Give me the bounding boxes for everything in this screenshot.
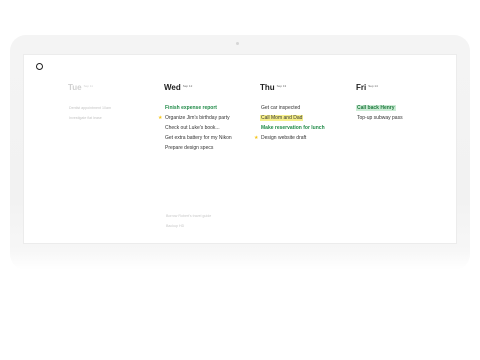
camera-dot	[236, 42, 239, 45]
day-header: Fri Sep 14	[356, 83, 448, 93]
task-item[interactable]: Make reservation for lunch	[260, 125, 352, 131]
task-item[interactable]: Prepare design specs	[164, 145, 256, 151]
day-header: Tue Sep 11	[68, 83, 160, 93]
star-icon: ★	[158, 115, 163, 121]
task-text: Call back Henry	[356, 105, 396, 111]
day-date: Sep 13	[276, 84, 287, 88]
task-text: Design website draft	[261, 135, 307, 141]
task-text: Get car inspected	[261, 105, 301, 111]
task-item[interactable]: Finish expense report	[164, 105, 256, 111]
task-text: Borrow Robert's travel guide	[166, 214, 212, 218]
task-text: Get extra battery for my Nikon	[165, 135, 232, 141]
day-column-thu: Thu Sep 13 Get car inspected Call Mom an…	[254, 83, 352, 145]
task-item[interactable]: Call back Henry	[356, 105, 448, 111]
day-date: Sep 11	[83, 84, 93, 88]
day-date: Sep 12	[182, 84, 193, 88]
day-column-fri: Fri Sep 14 Call back Henry Top-up subway…	[356, 83, 448, 125]
task-item[interactable]: ★ Organize Jim's birthday party	[158, 115, 256, 121]
day-column-wed: Wed Sep 12 Finish expense report ★ Organ…	[158, 83, 256, 155]
task-item[interactable]: Backup HD	[165, 223, 212, 229]
task-text: Prepare design specs	[165, 145, 214, 151]
app-screen: Tue Sep 11 Dentist appointment 10am Inve…	[24, 55, 456, 243]
task-item[interactable]: Call Mom and Dad	[260, 115, 352, 121]
task-text: Investigate flat lease	[69, 116, 102, 120]
task-text: Top-up subway pass	[357, 115, 403, 121]
task-item[interactable]: Check out Luke's book...	[164, 125, 256, 131]
day-name: Thu	[260, 83, 275, 92]
someday-list: Borrow Robert's travel guide Backup HD	[165, 213, 212, 233]
circle-logo-icon[interactable]	[36, 63, 43, 70]
task-item[interactable]: ★ Design website draft	[254, 135, 352, 141]
task-item[interactable]: Dentist appointment 10am	[68, 105, 160, 111]
task-text: Call Mom and Dad	[260, 115, 304, 121]
task-text: Check out Luke's book...	[165, 125, 220, 131]
day-header: Thu Sep 13	[260, 83, 352, 93]
task-item[interactable]: Get extra battery for my Nikon	[164, 135, 256, 141]
task-item[interactable]: Top-up subway pass	[356, 115, 448, 121]
task-text: Finish expense report	[165, 105, 217, 111]
task-text: Dentist appointment 10am	[69, 106, 111, 110]
task-text: Backup HD	[166, 224, 185, 228]
day-column-tue: Tue Sep 11 Dentist appointment 10am Inve…	[68, 83, 160, 125]
task-item[interactable]: Borrow Robert's travel guide	[165, 213, 212, 219]
task-item[interactable]: Investigate flat lease	[68, 115, 160, 121]
day-name: Tue	[68, 83, 82, 92]
task-text: Make reservation for lunch	[261, 125, 325, 131]
task-item[interactable]: Get car inspected	[260, 105, 352, 111]
day-name: Wed	[164, 83, 181, 92]
day-date: Sep 14	[368, 84, 378, 88]
star-icon: ★	[254, 135, 259, 141]
day-header: Wed Sep 12	[164, 83, 256, 93]
day-name: Fri	[356, 83, 367, 92]
task-text: Organize Jim's birthday party	[165, 115, 230, 121]
